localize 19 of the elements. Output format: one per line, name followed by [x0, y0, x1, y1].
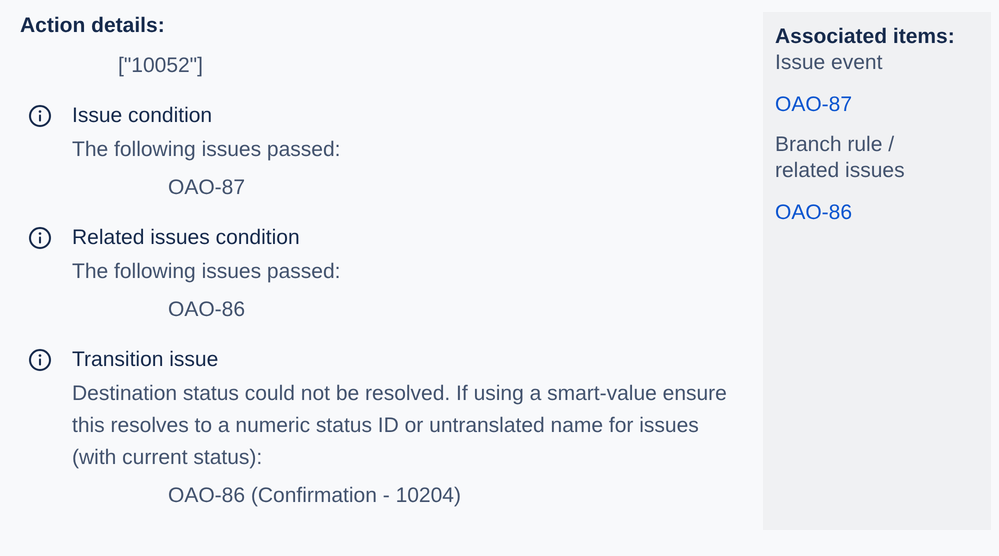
action-value: ["10052"]: [117, 53, 204, 79]
info-icon: [28, 226, 52, 250]
group-label: Issue event: [775, 50, 882, 76]
log-message: Destination status could not be resolved. If using a smart-value ensure this resolves to a numeric status ID or untranslated name for issues (with current status):: [72, 381, 728, 471]
log-message: The following issues passed:: [72, 137, 340, 163]
issue-key: OAO-87: [72, 174, 340, 202]
section-title: Action details:: [20, 13, 166, 39]
log-heading: Transition issue: [72, 347, 220, 373]
log-heading: Related issues condition: [72, 225, 301, 251]
info-icon: [28, 104, 52, 128]
issue-key: OAO-86 (Confirmation - 10204): [72, 482, 747, 510]
panel-title: Associated items:: [775, 24, 955, 50]
issue-key: OAO-86: [72, 296, 340, 324]
issue-link[interactable]: OAO-86: [775, 200, 852, 226]
info-icon: [28, 348, 52, 372]
log-heading: Issue condition: [72, 103, 214, 129]
log-message: The following issues passed:: [72, 259, 340, 285]
group-label: Branch rule / related issues: [775, 132, 906, 184]
issue-link[interactable]: OAO-87: [775, 92, 852, 118]
